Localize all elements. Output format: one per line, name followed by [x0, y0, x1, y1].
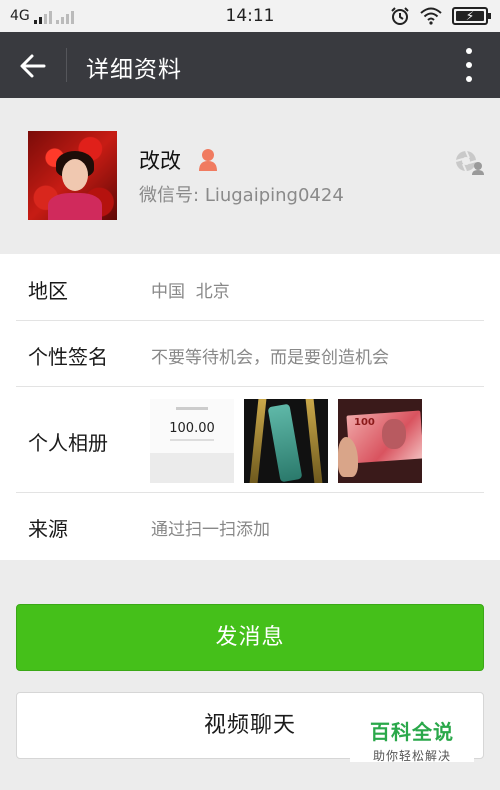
source-label: 来源 — [28, 517, 68, 541]
region-label: 地区 — [28, 279, 68, 303]
watermark-tagline: 助你轻松解决 — [372, 749, 451, 763]
alarm-icon — [391, 7, 409, 25]
info-list: 地区 中国 北京 个性签名 不要等待机会，而是要创造机会 个人相册 100.00… — [0, 254, 500, 560]
app-bar: 详细资料 — [0, 32, 500, 98]
back-arrow-icon[interactable] — [16, 49, 50, 83]
avatar[interactable] — [28, 131, 117, 220]
profile-header: 改改 微信号: Liugaiping0424 — [0, 98, 500, 254]
photo-amount-text: 100.00 — [169, 421, 215, 436]
album-photo-1[interactable]: 100.00 — [150, 399, 234, 483]
source-row: 来源 通过扫一扫添加 — [0, 493, 500, 560]
region-row: 地区 中国 北京 — [0, 254, 500, 321]
wechat-id-label: 微信号: — [139, 185, 200, 206]
send-message-button[interactable]: 发消息 — [16, 604, 484, 671]
wifi-icon — [420, 7, 442, 25]
signature-label: 个性签名 — [28, 345, 108, 369]
album-photo-3[interactable]: 100 — [338, 399, 422, 483]
source-value: 通过扫一扫添加 — [151, 520, 270, 540]
status-bar: 4G 14:11 ⚡ — [0, 0, 500, 32]
page-title: 详细资料 — [86, 57, 182, 83]
signature-value: 不要等待机会，而是要创造机会 — [151, 348, 389, 368]
contact-name: 改改 — [139, 149, 181, 173]
watermark-brand: 百科全说 — [370, 720, 454, 744]
signature-row: 个性签名 不要等待机会，而是要创造机会 — [0, 321, 500, 387]
charging-bolt-icon: ⚡ — [465, 9, 475, 23]
album-photo-2[interactable] — [244, 399, 328, 483]
moments-camera-icon[interactable] — [454, 149, 484, 175]
wechat-id-value: Liugaiping0424 — [204, 185, 344, 206]
banknote-number: 100 — [354, 417, 375, 428]
battery-icon: ⚡ — [452, 7, 491, 25]
album-row[interactable]: 个人相册 100.00 100 — [0, 387, 500, 493]
watermark-logo: 百科全说 助你轻松解决 — [350, 710, 474, 763]
album-label: 个人相册 — [28, 431, 108, 455]
more-options-icon[interactable] — [464, 48, 474, 82]
region-value: 中国 北京 — [151, 282, 230, 302]
female-gender-icon — [199, 149, 217, 171]
app-bar-divider — [66, 48, 67, 82]
wechat-id: 微信号: Liugaiping0424 — [139, 181, 344, 207]
